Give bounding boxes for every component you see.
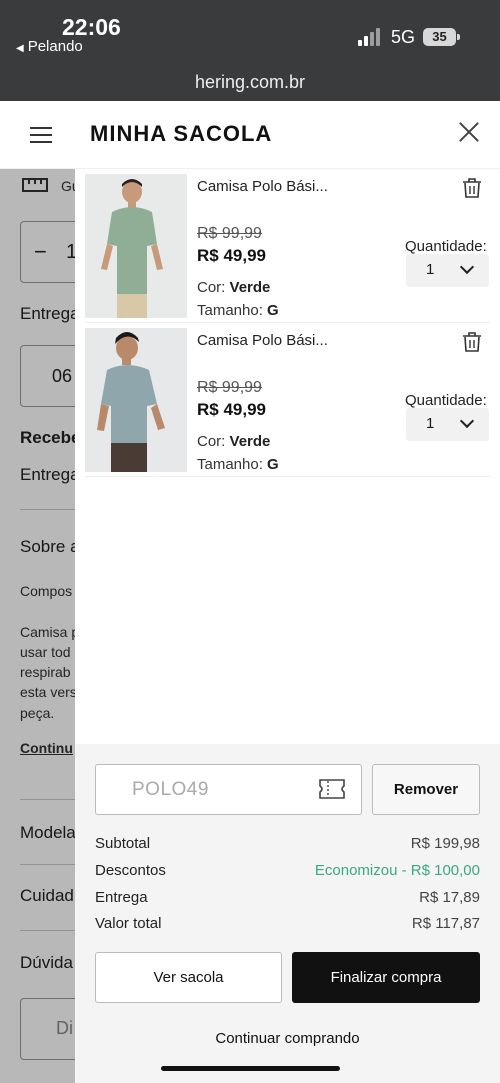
coupon-field[interactable]: POLO49 — [95, 764, 362, 815]
home-indicator[interactable] — [161, 1066, 340, 1071]
product-image[interactable] — [85, 174, 187, 318]
color-label: Cor: — [197, 279, 226, 296]
total-label: Valor total — [95, 915, 162, 932]
subtotal-value: R$ 199,98 — [410, 835, 480, 852]
delivery-value: R$ 17,89 — [419, 889, 480, 906]
status-time: 22:06 — [62, 14, 121, 40]
cart-item: Camisa Polo Bási... R$ 99,99 R$ 49,99 Co… — [85, 169, 490, 323]
delivery-row: Entrega R$ 17,89 — [95, 889, 480, 906]
chevron-down-icon — [459, 259, 475, 275]
color-attr: Cor: Verde — [197, 433, 270, 450]
color-value: Verde — [229, 433, 271, 450]
discount-value: Economizou - R$ 100,00 — [314, 862, 480, 879]
size-value: G — [267, 302, 279, 319]
delivery-label: Entrega — [95, 889, 148, 906]
quantity-value: 1 — [426, 415, 435, 432]
trash-icon[interactable] — [462, 331, 482, 353]
subtotal-label: Subtotal — [95, 835, 151, 852]
total-value: R$ 117,87 — [411, 915, 480, 932]
discount-label: Descontos — [95, 862, 166, 879]
drawer-title: MINHA SACOLA — [90, 121, 273, 146]
remove-coupon-button[interactable]: Remover — [372, 764, 480, 815]
sale-price: R$ 49,99 — [197, 400, 266, 419]
signal-icon — [358, 28, 384, 46]
url-bar[interactable]: hering.com.br — [0, 72, 500, 93]
original-price: R$ 99,99 — [197, 379, 262, 396]
product-name[interactable]: Camisa Polo Bási... — [197, 178, 328, 195]
checkout-button[interactable]: Finalizar compra — [292, 952, 480, 1003]
size-value: G — [267, 456, 279, 473]
drawer-header: MINHA SACOLA — [0, 101, 500, 169]
size-label: Tamanho: — [197, 302, 263, 319]
size-attr: Tamanho: G — [197, 456, 279, 473]
cart-item: Camisa Polo Bási... R$ 99,99 R$ 49,99 Co… — [85, 323, 490, 477]
sale-price: R$ 49,99 — [197, 246, 266, 265]
ticket-icon — [319, 779, 345, 799]
quantity-label: Quantidade: — [405, 392, 487, 409]
close-icon[interactable] — [456, 119, 482, 145]
size-label: Tamanho: — [197, 456, 263, 473]
menu-icon[interactable] — [30, 127, 52, 145]
subtotal-row: Subtotal R$ 199,98 — [95, 835, 480, 852]
quantity-label: Quantidade: — [405, 238, 487, 255]
chevron-down-icon — [459, 413, 475, 429]
back-to-app-link[interactable]: ◀ Pelando — [16, 38, 83, 55]
original-price: R$ 99,99 — [197, 225, 262, 242]
network-type: 5G — [391, 27, 416, 47]
color-value: Verde — [229, 279, 271, 296]
view-bag-button[interactable]: Ver sacola — [95, 952, 282, 1003]
color-attr: Cor: Verde — [197, 279, 270, 296]
cart-summary: POLO49 Remover Subtotal R$ 199,98 Descont… — [75, 744, 500, 1083]
total-row: Valor total R$ 117,87 — [95, 915, 480, 932]
discount-row: Descontos Economizou - R$ 100,00 — [95, 862, 480, 879]
continue-shopping-link[interactable]: Continuar comprando — [75, 1030, 500, 1047]
trash-icon[interactable] — [462, 177, 482, 199]
size-attr: Tamanho: G — [197, 302, 279, 319]
product-name[interactable]: Camisa Polo Bási... — [197, 332, 328, 349]
status-bar: 22:06 ◀ Pelando 5G 35 hering.com.br — [0, 0, 500, 101]
quantity-value: 1 — [426, 261, 435, 278]
back-triangle-icon: ◀ — [16, 43, 24, 54]
product-image[interactable] — [85, 328, 187, 472]
battery-icon: 35 — [423, 28, 460, 46]
coupon-code: POLO49 — [132, 779, 209, 800]
back-app-label: Pelando — [27, 38, 83, 55]
quantity-select[interactable]: 1 — [406, 408, 489, 441]
color-label: Cor: — [197, 433, 226, 450]
quantity-select[interactable]: 1 — [406, 254, 489, 287]
